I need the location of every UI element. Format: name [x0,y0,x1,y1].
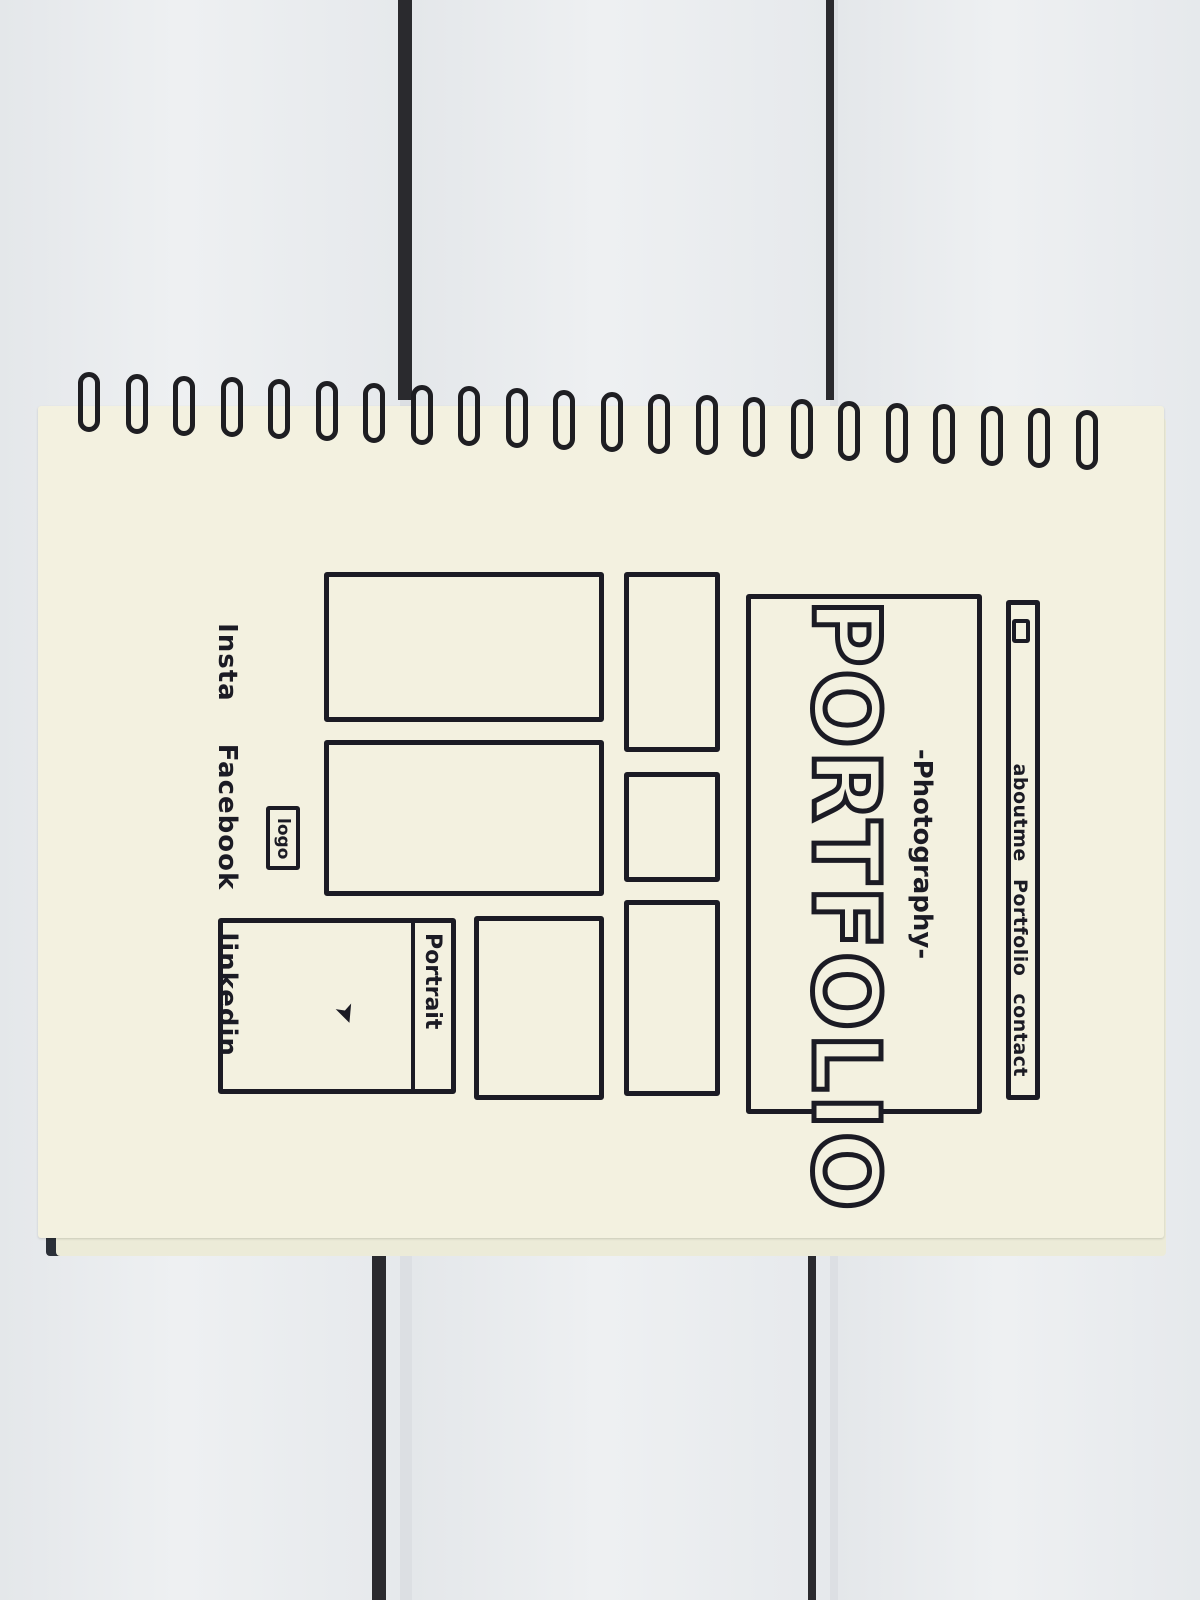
spiral-ring [410,384,433,445]
photo-label: Portrait [420,933,445,1030]
footer-links: Insta Facebook linkedin [212,560,242,1120]
floor-gap [398,0,412,400]
logo-text: logo [273,818,293,860]
spiral-ring [363,382,385,443]
spiral-ring [743,397,765,458]
spiral-ring [1075,409,1098,470]
gallery-tile[interactable] [324,572,604,722]
hero-title: Portfolio [790,597,902,1216]
website-wireframe: aboutme Portfolio contact -Photography- … [140,560,1060,1216]
spiral-ring [885,402,908,463]
menu-icon[interactable] [1012,619,1030,643]
footer-link-facebook[interactable]: Facebook [212,744,242,890]
spiral-ring [838,400,860,461]
footer-link-linkedin[interactable]: linkedin [212,932,242,1057]
floor-gap [808,1220,816,1600]
spiral-ring [933,404,955,465]
hero-banner: -Photography- Portfolio [746,594,982,1216]
gallery-tile[interactable] [624,772,720,882]
spiral-ring [78,372,100,432]
nav-link-aboutme[interactable]: aboutme [1009,764,1031,862]
gallery-tile[interactable] [324,740,604,896]
cursor-arrow-icon: ➤ [328,998,364,1030]
spiral-ring [695,395,718,456]
spiral-ring [553,390,575,450]
nav-links: aboutme Portfolio contact [1009,754,1031,1077]
footer-logo[interactable]: logo [266,806,300,870]
nav-bar: aboutme Portfolio contact [1006,600,1040,1100]
spiral-ring [220,377,243,438]
nav-link-contact[interactable]: contact [1009,993,1031,1077]
spiral-ring [980,406,1003,467]
footer-link-insta[interactable]: Insta [212,623,242,702]
gallery-tile-featured[interactable]: Portrait ➤ [218,918,456,1094]
spiral-ring [648,393,670,454]
spiral-ring [790,399,813,459]
spiral-ring [458,386,480,447]
spiral-ring [125,373,148,434]
floor-gap [826,0,834,400]
spiral-ring [315,381,338,441]
floor-gap [372,1220,386,1600]
spiral-ring [268,379,290,440]
hero-subtitle: -Photography- [907,748,937,960]
spiral-ring [173,375,195,436]
gallery-tile[interactable] [624,900,720,1096]
spiral-ring [1028,408,1050,468]
nav-link-portfolio[interactable]: Portfolio [1009,879,1031,976]
spiral-ring [600,391,623,452]
photo-label-bar: Portrait [411,923,451,1089]
spiral-ring [505,388,528,449]
gallery-tile[interactable] [624,572,720,752]
gallery-tile[interactable] [474,916,604,1100]
